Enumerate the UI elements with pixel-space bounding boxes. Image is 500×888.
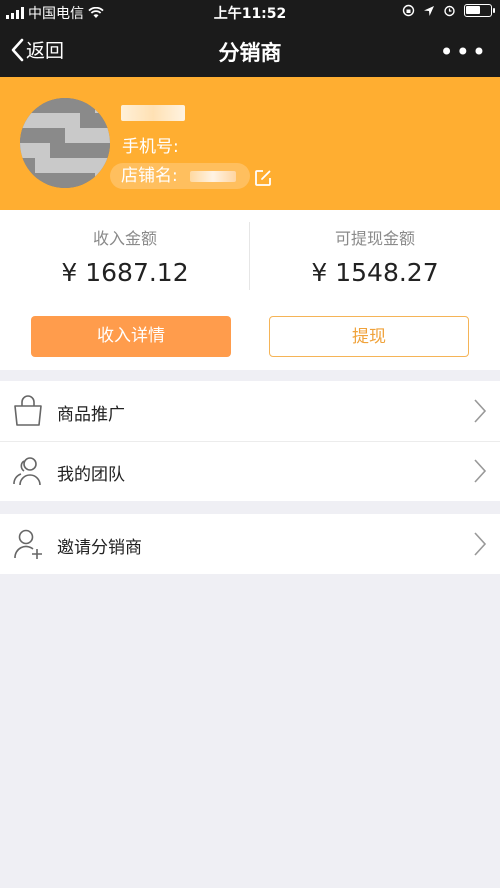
menu-item-invite-distributor[interactable]: 邀请分销商 (0, 514, 500, 574)
more-button[interactable]: ••• (440, 38, 488, 66)
team-icon (13, 457, 41, 486)
edit-icon[interactable] (254, 169, 272, 187)
menu-item-label: 邀请分销商 (57, 538, 142, 558)
phone-label: 手机号: (122, 137, 179, 157)
income-detail-button[interactable]: 收入详情 (31, 316, 231, 357)
menu-group-invite: 邀请分销商 (0, 514, 500, 574)
profile-header: 手机号: 店铺名: (0, 77, 500, 210)
chevron-right-icon (474, 399, 487, 423)
menu-item-my-team[interactable]: 我的团队 (0, 441, 500, 501)
store-name-redacted (190, 171, 236, 182)
menu-item-label: 我的团队 (57, 465, 125, 485)
menu-item-label: 商品推广 (57, 405, 125, 425)
page-title: 分销商 (218, 41, 282, 65)
withdrawable-label: 可提现金额 (334, 229, 415, 248)
location-icon (424, 5, 434, 16)
nav-bar: 返回 分销商 ••• (0, 24, 500, 77)
chevron-right-icon (474, 459, 487, 483)
store-name-pill: 店铺名: (110, 163, 250, 189)
user-name-redacted (121, 105, 185, 121)
withdraw-button[interactable]: 提现 (269, 316, 469, 357)
battery-icon (464, 4, 495, 17)
earnings-panel: 收入金额 ¥ 1687.12 可提现金额 ¥ 1548.27 收入详情 提现 (0, 210, 500, 370)
store-name-label: 店铺名: (121, 166, 178, 186)
menu-group-main: 商品推广 我的团队 (0, 381, 500, 501)
withdrawable-value: ¥ 1548.27 (311, 258, 439, 287)
income-label: 收入金额 (92, 229, 157, 248)
status-bar: 中国电信 上午11:52 (0, 0, 500, 24)
income-value: ¥ 1687.12 (61, 258, 189, 287)
add-user-icon (14, 529, 42, 559)
status-right (402, 4, 495, 17)
avatar[interactable] (20, 98, 110, 188)
alarm-icon (444, 5, 455, 17)
chevron-right-icon (474, 532, 487, 556)
menu-item-product-promotion[interactable]: 商品推广 (0, 381, 500, 442)
orientation-lock-icon (402, 4, 415, 17)
shopping-bag-icon (14, 395, 42, 426)
